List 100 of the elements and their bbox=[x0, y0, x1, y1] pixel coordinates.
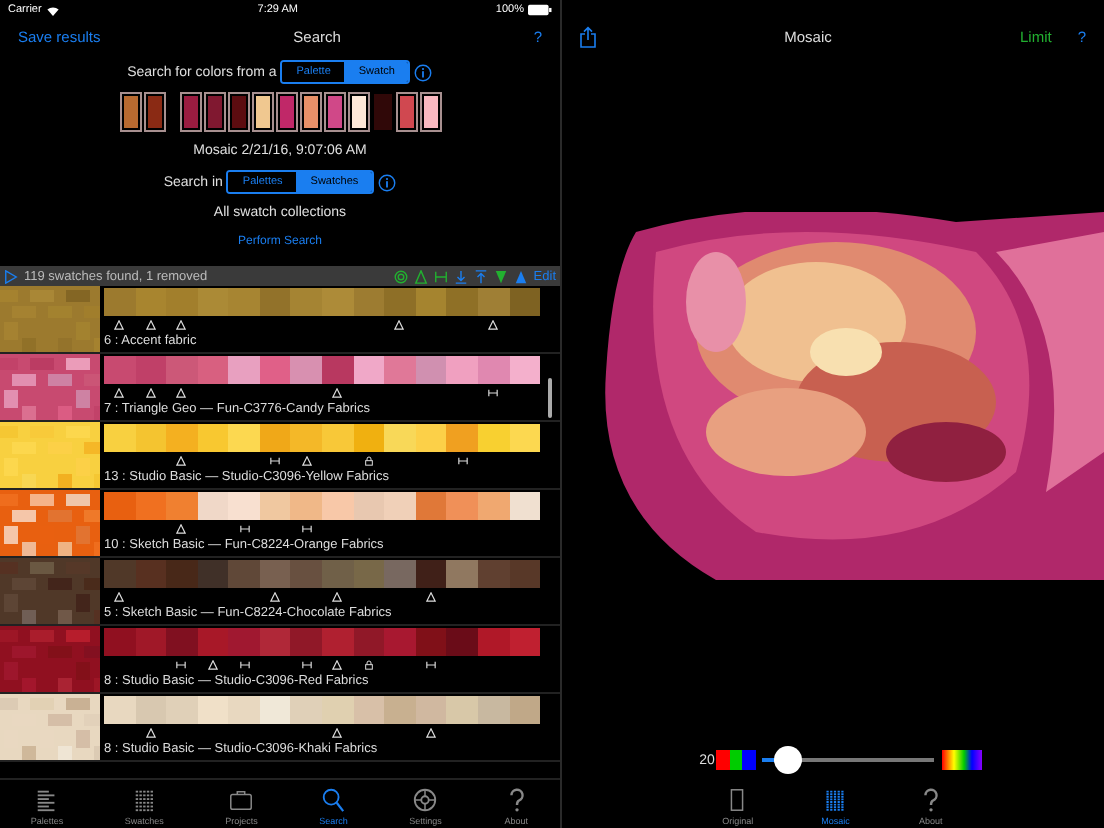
color-cell[interactable] bbox=[384, 560, 416, 588]
color-cell[interactable] bbox=[197, 560, 229, 588]
color-cell[interactable] bbox=[384, 628, 416, 656]
color-cell[interactable] bbox=[446, 628, 478, 656]
color-cell[interactable] bbox=[415, 696, 447, 724]
color-cell[interactable] bbox=[104, 492, 136, 520]
color-cell[interactable] bbox=[477, 696, 510, 724]
color-cell[interactable] bbox=[415, 424, 447, 452]
color-cell[interactable] bbox=[104, 356, 136, 384]
color-swatch[interactable] bbox=[179, 92, 201, 132]
color-cell[interactable] bbox=[104, 560, 136, 588]
color-cell[interactable] bbox=[104, 628, 136, 656]
color-swatch[interactable] bbox=[227, 92, 249, 132]
color-cell[interactable] bbox=[384, 492, 416, 520]
color-cell[interactable] bbox=[228, 288, 260, 316]
triangle-up-icon[interactable] bbox=[513, 269, 528, 283]
color-cell[interactable] bbox=[446, 560, 478, 588]
color-swatch[interactable] bbox=[143, 92, 165, 132]
info-icon[interactable] bbox=[414, 63, 433, 81]
color-cell[interactable] bbox=[135, 560, 167, 588]
color-cell[interactable] bbox=[353, 356, 385, 384]
color-cell[interactable] bbox=[415, 560, 447, 588]
color-cell[interactable] bbox=[415, 356, 447, 384]
slider-thumb[interactable] bbox=[774, 746, 803, 774]
color-cell[interactable] bbox=[228, 560, 260, 588]
color-cell[interactable] bbox=[290, 356, 323, 384]
color-cell[interactable] bbox=[166, 628, 198, 656]
color-cell[interactable] bbox=[477, 560, 510, 588]
color-cell[interactable] bbox=[228, 424, 260, 452]
color-cell[interactable] bbox=[353, 628, 385, 656]
color-cell[interactable] bbox=[197, 492, 229, 520]
color-cell[interactable] bbox=[477, 492, 510, 520]
color-cell[interactable] bbox=[228, 696, 260, 724]
color-cell[interactable] bbox=[509, 424, 541, 452]
color-cell[interactable] bbox=[259, 424, 291, 452]
color-cell[interactable] bbox=[259, 560, 291, 588]
color-cell[interactable] bbox=[228, 492, 260, 520]
color-cell[interactable] bbox=[446, 288, 478, 316]
color-swatch[interactable] bbox=[299, 92, 321, 132]
color-cell[interactable] bbox=[353, 288, 385, 316]
color-cell[interactable] bbox=[353, 492, 385, 520]
color-cell[interactable] bbox=[290, 492, 323, 520]
color-cell[interactable] bbox=[166, 696, 198, 724]
color-cell[interactable] bbox=[259, 628, 291, 656]
down-arrow-icon[interactable] bbox=[453, 269, 468, 283]
color-cell[interactable] bbox=[509, 696, 541, 724]
color-cell[interactable] bbox=[353, 560, 385, 588]
color-cell[interactable] bbox=[166, 492, 198, 520]
color-cell[interactable] bbox=[290, 424, 323, 452]
target-icon[interactable] bbox=[393, 269, 408, 283]
color-cell[interactable] bbox=[477, 288, 510, 316]
color-cell[interactable] bbox=[290, 696, 323, 724]
color-cell[interactable] bbox=[259, 696, 291, 724]
color-cell[interactable] bbox=[259, 492, 291, 520]
color-swatch[interactable] bbox=[371, 92, 393, 132]
color-cell[interactable] bbox=[197, 424, 229, 452]
color-cell[interactable] bbox=[446, 356, 478, 384]
color-cell[interactable] bbox=[477, 356, 510, 384]
color-cell[interactable] bbox=[446, 424, 478, 452]
triangle-icon[interactable] bbox=[413, 269, 428, 283]
color-cell[interactable] bbox=[415, 492, 447, 520]
color-cell[interactable] bbox=[228, 356, 260, 384]
color-cell[interactable] bbox=[509, 288, 541, 316]
color-swatch[interactable] bbox=[275, 92, 297, 132]
color-cell[interactable] bbox=[384, 424, 416, 452]
color-cell[interactable] bbox=[135, 628, 167, 656]
info-icon[interactable] bbox=[378, 173, 397, 191]
color-cell[interactable] bbox=[135, 288, 167, 316]
color-cell[interactable] bbox=[104, 288, 136, 316]
color-cell[interactable] bbox=[446, 492, 478, 520]
color-cell[interactable] bbox=[384, 288, 416, 316]
color-cell[interactable] bbox=[384, 356, 416, 384]
color-cell[interactable] bbox=[290, 628, 323, 656]
color-cell[interactable] bbox=[104, 424, 136, 452]
color-cell[interactable] bbox=[197, 288, 229, 316]
color-cell[interactable] bbox=[353, 424, 385, 452]
color-cell[interactable] bbox=[290, 288, 323, 316]
color-cell[interactable] bbox=[290, 560, 323, 588]
color-cell[interactable] bbox=[166, 424, 198, 452]
color-cell[interactable] bbox=[322, 356, 354, 384]
color-swatch[interactable] bbox=[323, 92, 345, 132]
color-cell[interactable] bbox=[197, 628, 229, 656]
share-icon[interactable] bbox=[580, 25, 596, 47]
color-swatch[interactable] bbox=[347, 92, 369, 132]
play-icon[interactable] bbox=[4, 269, 18, 283]
color-cell[interactable] bbox=[135, 356, 167, 384]
color-cell[interactable] bbox=[322, 560, 354, 588]
color-cell[interactable] bbox=[446, 696, 478, 724]
triangle-down-icon[interactable] bbox=[493, 269, 508, 283]
color-cell[interactable] bbox=[509, 560, 541, 588]
color-cell[interactable] bbox=[415, 628, 447, 656]
color-cell[interactable] bbox=[259, 288, 291, 316]
color-cell[interactable] bbox=[322, 628, 354, 656]
color-swatch[interactable] bbox=[419, 92, 441, 132]
color-cell[interactable] bbox=[259, 356, 291, 384]
color-cell[interactable] bbox=[166, 356, 198, 384]
color-cell[interactable] bbox=[135, 424, 167, 452]
color-cell[interactable] bbox=[353, 696, 385, 724]
color-cell[interactable] bbox=[135, 492, 167, 520]
color-cell[interactable] bbox=[197, 356, 229, 384]
